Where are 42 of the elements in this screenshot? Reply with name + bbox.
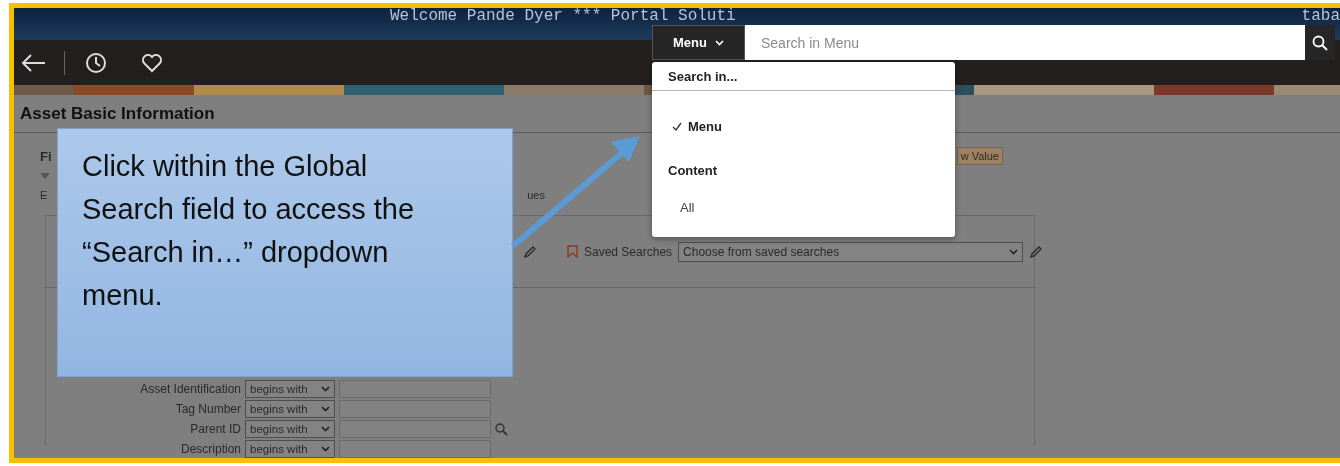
callout-text: Click within the Global Search field to access the “Search in…” dropdown menu.	[81, 149, 416, 313]
welcome-text: Welcome Pande Dyer *** Portal Soluti	[390, 8, 736, 24]
chevron-icon	[321, 406, 330, 412]
back-arrow-icon[interactable]	[20, 52, 46, 73]
clock-icon[interactable]	[85, 51, 107, 74]
scope-dropdown-button[interactable]: Menu	[652, 25, 745, 60]
chevron-icon	[321, 386, 330, 392]
search-button[interactable]	[1305, 25, 1335, 60]
chevron-icon	[321, 446, 330, 452]
input-field[interactable]	[339, 400, 491, 418]
search-icon	[1312, 34, 1328, 51]
pencil-icon[interactable]	[1029, 244, 1044, 259]
operator-select[interactable]: begins with	[245, 420, 335, 438]
section-heading: Fi	[40, 148, 52, 164]
operator-select[interactable]: begins with	[245, 400, 335, 418]
check-icon	[672, 121, 682, 131]
group-heading: Content	[667, 163, 719, 178]
field-label: Parent ID	[189, 422, 241, 436]
search-icon[interactable]	[495, 422, 508, 436]
header-text: taba	[1301, 8, 1340, 24]
label-text: ues	[527, 189, 545, 201]
search-field[interactable]: Search in Menu	[745, 25, 1305, 60]
menu-option[interactable]: All	[652, 194, 955, 220]
tag-label[interactable]: w Value	[956, 147, 1003, 165]
chevron-icon	[321, 426, 330, 432]
field-label: Asset Identification	[139, 382, 241, 396]
field-label: Tag Number	[174, 402, 241, 416]
saved-searches-label: Saved Searches	[584, 244, 673, 259]
heart-icon[interactable]	[141, 52, 163, 73]
operator-select[interactable]: begins with	[245, 440, 335, 458]
label-text: E	[40, 189, 48, 201]
field-label: Description	[179, 442, 241, 456]
bookmark-icon	[567, 245, 578, 258]
input-field[interactable]	[339, 420, 491, 438]
chevron-icon	[714, 39, 724, 46]
dropdown-heading: Search in...	[652, 62, 955, 91]
input-field[interactable]	[339, 440, 491, 458]
chevron-icon	[1009, 248, 1019, 255]
operator-select[interactable]: begins with	[245, 380, 335, 398]
pencil-icon[interactable]	[523, 244, 537, 259]
saved-search-select[interactable]: Choose from saved searches	[678, 241, 1024, 262]
input-field[interactable]	[339, 380, 491, 398]
